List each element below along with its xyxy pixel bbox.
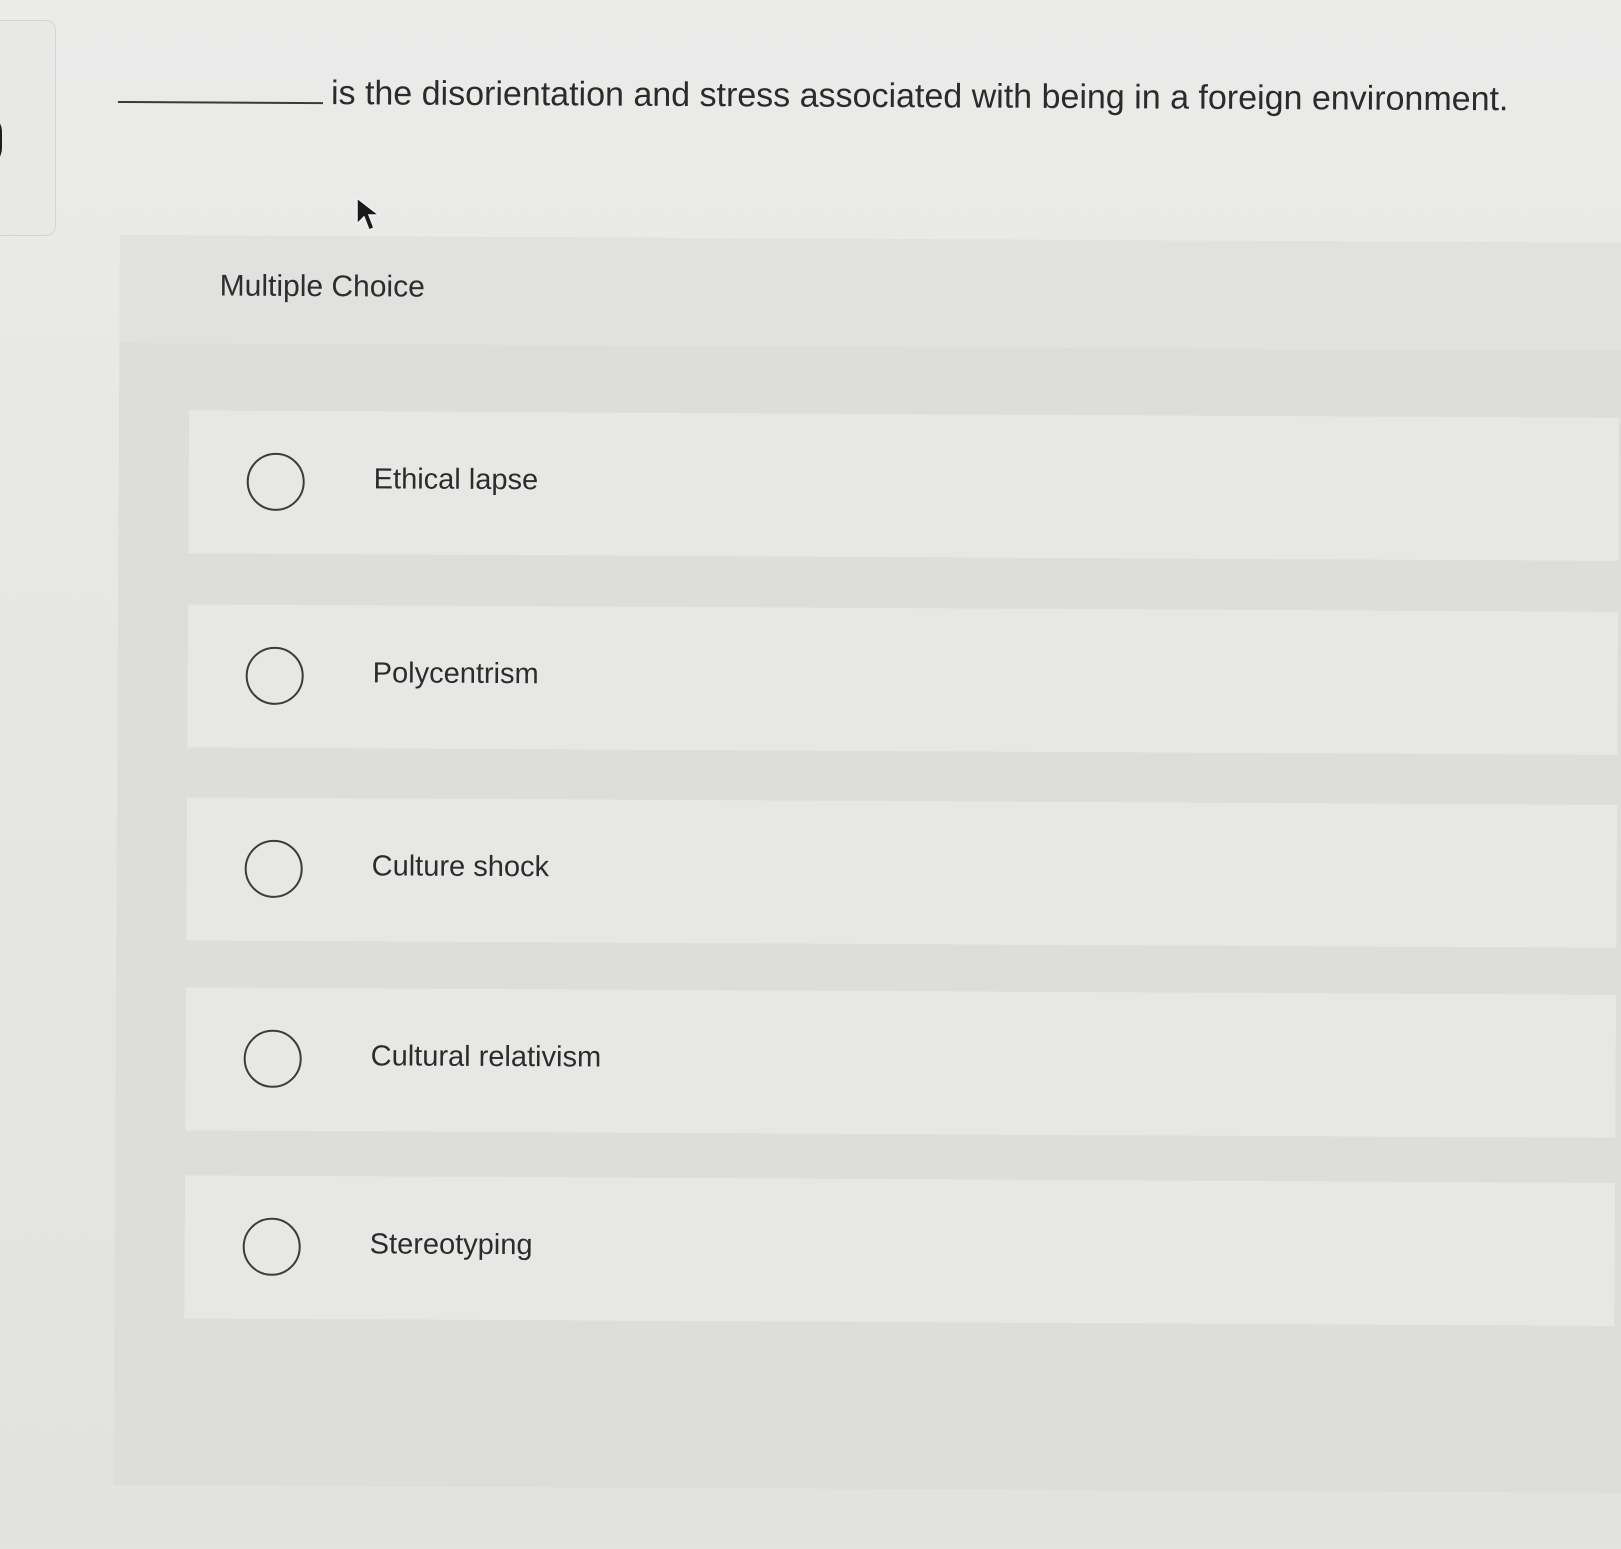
option-ethical-lapse[interactable]: Ethical lapse — [188, 410, 1620, 561]
choice-header: Multiple Choice — [119, 235, 1621, 352]
radio-button[interactable] — [244, 839, 303, 898]
option-label: Cultural relativism — [370, 1040, 602, 1074]
option-stereotyping[interactable]: Stereotyping — [184, 1175, 1616, 1326]
option-label: Polycentrism — [372, 657, 539, 691]
arrow-cursor-icon — [356, 196, 381, 231]
radio-button[interactable] — [242, 1217, 301, 1276]
option-culture-shock[interactable]: Culture shock — [186, 797, 1618, 948]
side-panel-tab[interactable] — [0, 20, 56, 236]
radio-button[interactable] — [246, 452, 305, 511]
question-prompt: is the disorientation and stress associa… — [117, 72, 1598, 120]
question-text: is the disorientation and stress associa… — [330, 74, 1509, 119]
multiple-choice-title: Multiple Choice — [219, 269, 425, 304]
answer-blank — [117, 73, 324, 105]
multiple-choice-panel: Multiple Choice Ethical lapse Polycentri… — [113, 235, 1621, 1494]
option-label: Stereotyping — [369, 1228, 533, 1262]
collapse-bracket-icon — [0, 113, 2, 167]
option-label: Ethical lapse — [373, 463, 539, 497]
option-polycentrism[interactable]: Polycentrism — [187, 604, 1619, 755]
radio-button[interactable] — [245, 646, 304, 705]
option-label: Culture shock — [371, 850, 550, 884]
option-cultural-relativism[interactable]: Cultural relativism — [185, 987, 1617, 1138]
radio-button[interactable] — [243, 1029, 302, 1088]
